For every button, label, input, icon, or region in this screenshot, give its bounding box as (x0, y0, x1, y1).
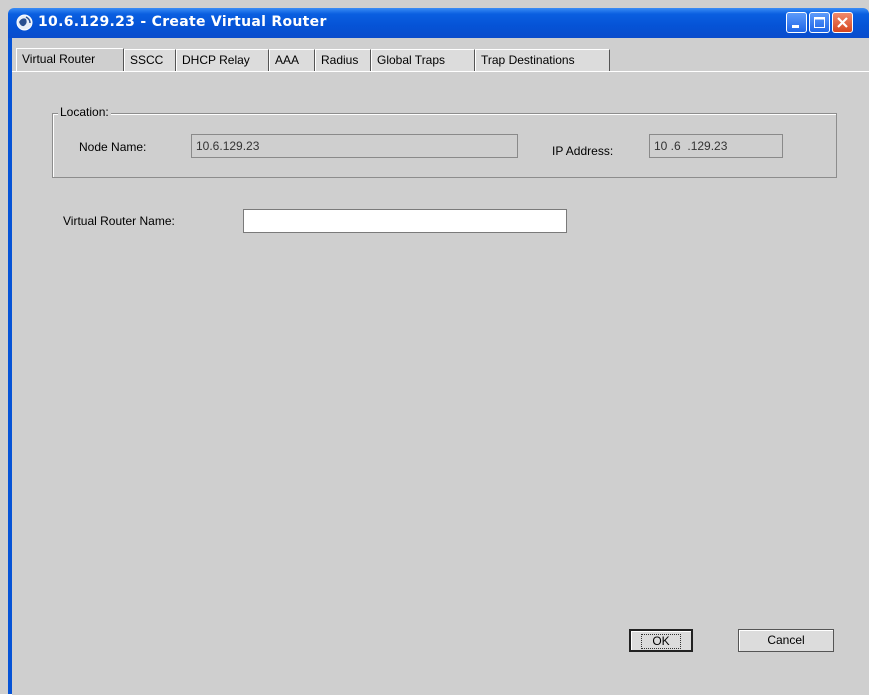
tab-virtual-router[interactable]: Virtual Router (16, 48, 124, 72)
virtual-router-name-label: Virtual Router Name: (63, 214, 175, 228)
virtual-router-panel: Location: Node Name: 10.6.129.23 IP Addr… (12, 71, 869, 695)
maximize-button[interactable] (809, 12, 830, 33)
tab-radius[interactable]: Radius (315, 49, 371, 71)
cancel-button[interactable]: Cancel (738, 629, 834, 652)
tab-trap-destinations[interactable]: Trap Destinations (475, 49, 610, 71)
node-name-field: 10.6.129.23 (191, 134, 518, 158)
ok-button-label: OK (641, 634, 681, 649)
window-title: 10.6.129.23 - Create Virtual Router (38, 14, 327, 30)
app-globe-icon (16, 14, 33, 31)
tab-sscc[interactable]: SSCC (124, 49, 176, 71)
tab-aaa[interactable]: AAA (269, 49, 315, 71)
location-group: Location: Node Name: 10.6.129.23 IP Addr… (52, 105, 837, 178)
node-name-label: Node Name: (79, 140, 147, 154)
minimize-button[interactable] (786, 12, 807, 33)
ip-address-label: IP Address: (552, 144, 614, 158)
ok-button[interactable]: OK (629, 629, 693, 652)
title-bar[interactable]: 10.6.129.23 - Create Virtual Router (8, 8, 869, 38)
tab-global-traps[interactable]: Global Traps (371, 49, 475, 71)
location-legend: Location: (58, 105, 111, 119)
minimize-icon (792, 25, 799, 28)
tab-dhcp-relay[interactable]: DHCP Relay (176, 49, 269, 71)
ip-address-field: 10 .6 .129.23 (649, 134, 783, 158)
maximize-icon (814, 17, 825, 28)
create-virtual-router-window: 10.6.129.23 - Create Virtual Router Virt… (0, 0, 869, 695)
close-icon (837, 17, 848, 28)
virtual-router-name-input[interactable] (243, 209, 567, 233)
close-button[interactable] (832, 12, 853, 33)
